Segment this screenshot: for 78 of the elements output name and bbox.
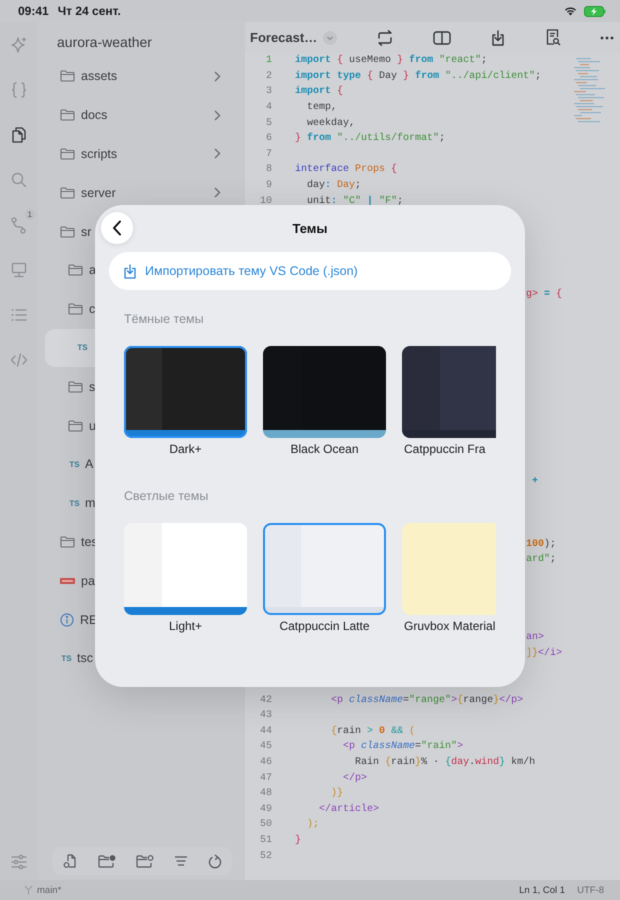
file-name: scripts	[81, 146, 118, 161]
file-name: A	[85, 457, 94, 472]
section-title: Светлые темы	[124, 489, 210, 503]
file-name: s	[89, 380, 96, 394]
line-number: 47	[258, 772, 272, 784]
file-name: m	[85, 496, 96, 510]
line-number: 4	[264, 102, 272, 114]
line-number: 6	[264, 133, 272, 144]
file-name: u	[89, 418, 96, 433]
file-name: docs	[81, 108, 108, 122]
line-number: 1	[264, 55, 272, 66]
theme-name: Catppuccin Fra	[403, 442, 486, 456]
file-name: server	[81, 186, 116, 200]
cursor-position: Ln 1, Col 1	[519, 884, 566, 896]
dialog-title: Темы	[292, 220, 328, 236]
theme-name: Dark+	[168, 442, 203, 456]
count-badge: 1	[24, 209, 35, 220]
code-line: temp,	[306, 102, 338, 114]
date: Чт 24 сент.	[58, 4, 121, 18]
line-number: 45	[258, 741, 272, 752]
branch-name: main*	[37, 884, 62, 896]
file-name: pa	[81, 574, 95, 588]
code-line: <p className="range">{range}</p>	[330, 694, 524, 706]
line-number: 10	[258, 196, 272, 207]
line-number: 51	[258, 834, 272, 846]
theme-name: Black Ocean	[289, 442, 360, 456]
code-line: }	[295, 834, 302, 846]
section-title: Тёмные темы	[124, 312, 205, 326]
line-number: 48	[258, 788, 272, 800]
code-line: day: Day;	[306, 180, 362, 192]
code-line: ard";	[526, 554, 556, 566]
file-type-icon: TS	[68, 498, 81, 508]
line-number: 5	[264, 118, 272, 129]
line-number: 46	[258, 757, 272, 768]
line-number: 9	[264, 180, 272, 192]
theme-name: Light+	[168, 619, 204, 633]
file-name: a	[89, 263, 96, 278]
code-line: } from "../utils/format";	[295, 133, 446, 144]
line-number: 2	[264, 70, 272, 82]
code-line: import {	[295, 86, 344, 98]
code-line: <p className="rain">	[342, 741, 464, 752]
file-type-icon: TS	[68, 460, 81, 469]
theme-name: Gruvbox Material	[403, 619, 496, 633]
code-line: unit: "C" | "F";	[306, 196, 404, 207]
code-line: +	[531, 476, 538, 488]
file-name: assets	[81, 69, 118, 84]
code-line: </p>	[342, 772, 368, 784]
code-line: import { useMemo } from "react";	[295, 55, 488, 66]
code-line: ]}</i>	[526, 648, 562, 659]
code-line: weekday,	[306, 118, 356, 129]
file-type-icon: TS	[76, 343, 89, 352]
code-line: Rain {rain}% · {day.wind} km/h	[354, 757, 536, 768]
clock: 09:41	[18, 4, 49, 18]
line-number: 3	[264, 86, 272, 98]
line-number: 8	[264, 164, 272, 176]
code-line: );	[306, 819, 320, 830]
project-title: aurora-weather	[56, 33, 153, 52]
code-line: {rain > 0 && (	[330, 726, 416, 737]
line-number: 7	[264, 148, 272, 160]
code-line: )}	[330, 788, 344, 800]
code-line: an>	[526, 632, 544, 644]
code-line: g> = {	[526, 289, 562, 300]
code-line: </article>	[318, 804, 380, 815]
file-name: tsc	[77, 651, 93, 666]
line-number: 43	[258, 710, 272, 722]
theme-name: Catppuccin Latte	[278, 619, 371, 633]
code-line: import type { Day } from "../api/client";	[295, 70, 542, 82]
line-number: 52	[258, 850, 272, 862]
line-number: 50	[258, 819, 272, 830]
line-number: 44	[258, 726, 272, 737]
line-number: 42	[258, 694, 272, 706]
encoding: UTF-8	[577, 884, 604, 896]
code-line: 100);	[526, 538, 556, 550]
file-name: c	[89, 302, 96, 316]
file-type-icon: TS	[60, 654, 73, 663]
file-name: sr	[81, 224, 92, 239]
line-number: 49	[258, 804, 272, 815]
code-line: interface Props {	[295, 164, 398, 176]
